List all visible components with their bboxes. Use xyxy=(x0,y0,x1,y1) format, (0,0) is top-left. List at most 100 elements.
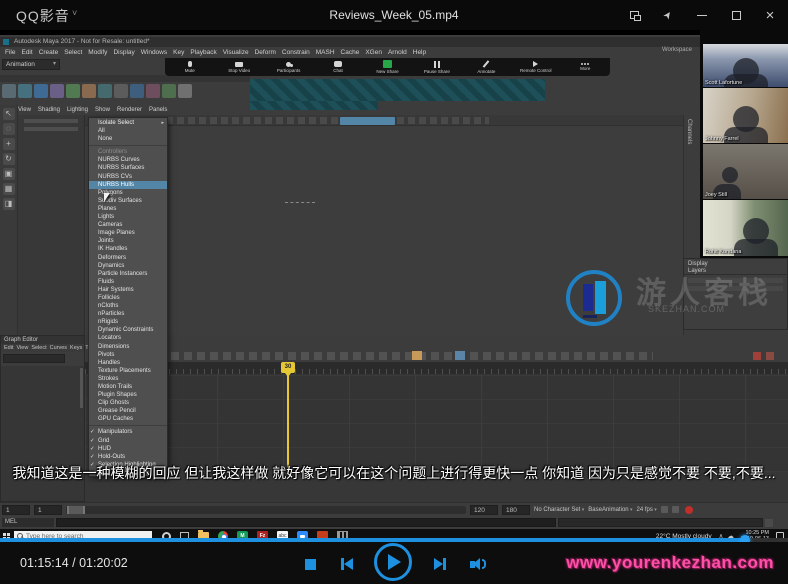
range-slider-track xyxy=(66,505,466,514)
maximize-button[interactable] xyxy=(728,7,744,23)
viewport-toolbar xyxy=(85,115,683,126)
show-menu-item: Dynamic Constraints xyxy=(98,327,154,334)
fps-dropdown: 24 fps xyxy=(637,507,657,513)
always-on-top-button[interactable]: ➤ xyxy=(660,7,676,23)
show-menu-item xyxy=(89,143,167,147)
show-menu-item: Dimensions xyxy=(98,343,130,350)
app-menu-button[interactable]: QQ影音 xyxy=(16,6,70,26)
volume-button[interactable] xyxy=(470,558,486,570)
outliner-panel xyxy=(18,115,85,335)
zoom-app-icon xyxy=(297,530,308,538)
zoom-toolbar-icon xyxy=(187,61,192,67)
show-menu-item: Fluids xyxy=(98,278,115,285)
show-menu-item: nParticles xyxy=(98,311,125,318)
shelf-icons xyxy=(0,82,250,98)
shelf-icon xyxy=(82,84,96,98)
show-menu-item: Isolate Select xyxy=(89,119,167,127)
shelf-icon xyxy=(2,84,16,98)
maya-shelf xyxy=(0,75,250,105)
show-menu-item: GPU Caches xyxy=(98,416,134,423)
remote-desktop-icon xyxy=(337,530,348,538)
graph-editor-title: Graph Editor xyxy=(1,336,84,344)
maya-menu-item: Display xyxy=(113,48,135,56)
video-surface[interactable]: Autodesk Maya 2017 - Not for Resale: unt… xyxy=(0,30,788,538)
show-menu-item: Grid xyxy=(89,437,167,445)
show-menu-item: nRigids xyxy=(98,319,119,326)
zoom-toolbar-item: New Share xyxy=(363,60,412,74)
previous-button[interactable] xyxy=(341,558,353,570)
viewport-dashed-edge xyxy=(285,202,315,203)
show-menu-item: Deformers xyxy=(98,254,127,261)
show-menu-item: Dynamics xyxy=(98,262,125,269)
move-tool-icon: + xyxy=(2,138,15,150)
command-input-field xyxy=(56,518,556,527)
zoom-toolbar-label: New Share xyxy=(376,69,399,74)
show-menu-item: None xyxy=(98,136,113,143)
show-menu-item: Joints xyxy=(98,238,114,245)
zoom-toolbar-item: Participants xyxy=(264,61,313,73)
time-slider xyxy=(85,362,788,374)
zoom-toolbar-icon xyxy=(286,61,292,67)
show-menu-item: Subdiv Surfaces xyxy=(98,197,142,204)
layers-panel-title: Layers xyxy=(684,267,787,275)
playhead-line xyxy=(287,374,289,472)
stop-button[interactable] xyxy=(305,559,316,570)
panel-menu-item: Panels xyxy=(149,107,168,113)
shelf-icon xyxy=(34,84,48,98)
zoom-toolbar-item: More xyxy=(561,63,610,71)
share-indicator-stripes-small xyxy=(250,101,378,110)
taskbar-apps: M Fz abc xyxy=(162,530,348,538)
mouse-cursor xyxy=(104,193,110,202)
maya-menu-item: Create xyxy=(38,48,59,56)
player-controlbar: 01:15:14 / 01:20:02 www.yourenkezhan.com xyxy=(0,542,788,584)
show-dropdown-menu: Isolate SelectAllNone ControllersNURBS Cu… xyxy=(88,117,168,477)
maya-viewport xyxy=(85,115,683,335)
shelf-icon xyxy=(98,84,112,98)
zoom-toolbar-icon xyxy=(483,60,490,68)
show-menu-item xyxy=(89,423,167,427)
show-menu-item: Planes xyxy=(98,205,117,212)
zoom-toolbar-icon xyxy=(334,61,343,67)
windows-taskbar: Type here to search M Fz abc 22°C Mostly… xyxy=(0,529,788,538)
script-editor-icon xyxy=(765,518,773,527)
workspace-label: Workspace xyxy=(662,47,692,53)
zoom-toolbar-label: Remote Control xyxy=(520,68,552,73)
display-layers-panel: Display Layers xyxy=(683,258,788,330)
maya-menu-item: Select xyxy=(64,48,83,56)
conference-panel: Scott Lafortune Johnny Farrel Joey Still… xyxy=(700,30,788,258)
next-button[interactable] xyxy=(434,558,446,570)
show-menu-item: Cameras xyxy=(98,222,123,229)
zoom-meeting-toolbar: Mute Stop Video Participants Chat New Sh… xyxy=(165,58,610,76)
select-tool-icon: ↖ xyxy=(2,108,15,120)
text-doc-icon: abc xyxy=(277,530,288,538)
zoom-toolbar-item: Mute xyxy=(165,61,214,73)
snap-keyframe-icon xyxy=(412,351,422,360)
close-button[interactable]: × xyxy=(762,7,778,23)
snap-frame-icon xyxy=(455,351,465,360)
show-menu-item: Texture Placements xyxy=(98,367,151,374)
participant-video-feed: Rohit Kondana xyxy=(703,200,788,256)
graph-editor-menu-item: Curves xyxy=(49,345,68,351)
zoom-toolbar-icon xyxy=(581,63,584,65)
maya-menu-item: Deform xyxy=(254,48,276,56)
minimize-button[interactable] xyxy=(694,7,710,23)
viewport-panel-menus: View Shading Lighting Show Renderer Panels xyxy=(18,105,258,115)
time-display: 01:15:14 / 01:20:02 xyxy=(20,556,128,570)
maya-menu-item: Playback xyxy=(190,48,217,56)
maya-app-icon: M xyxy=(237,530,248,538)
show-menu-item: All xyxy=(98,128,105,135)
range-slider-handle xyxy=(67,505,85,514)
rotate-tool-icon: ↻ xyxy=(2,153,15,165)
mini-mode-button[interactable] xyxy=(626,7,642,23)
show-menu-item: Motion Trails xyxy=(98,384,133,390)
show-menu-item: Hold-Outs xyxy=(89,453,167,461)
graph-editor-menu-item: View xyxy=(16,345,29,351)
anim-start-field: 1 xyxy=(2,504,30,515)
maya-menu-item: Help xyxy=(412,48,427,56)
play-button[interactable] xyxy=(374,543,412,581)
panel-menu-item: Lighting xyxy=(66,107,88,113)
qq-player-window: Autodesk Maya 2017 - Not for Resale: unt… xyxy=(0,0,788,584)
maya-menu-item: Cache xyxy=(340,48,360,56)
layout-single-icon: ▦ xyxy=(2,183,15,195)
channel-box-label: Channels xyxy=(686,119,692,145)
